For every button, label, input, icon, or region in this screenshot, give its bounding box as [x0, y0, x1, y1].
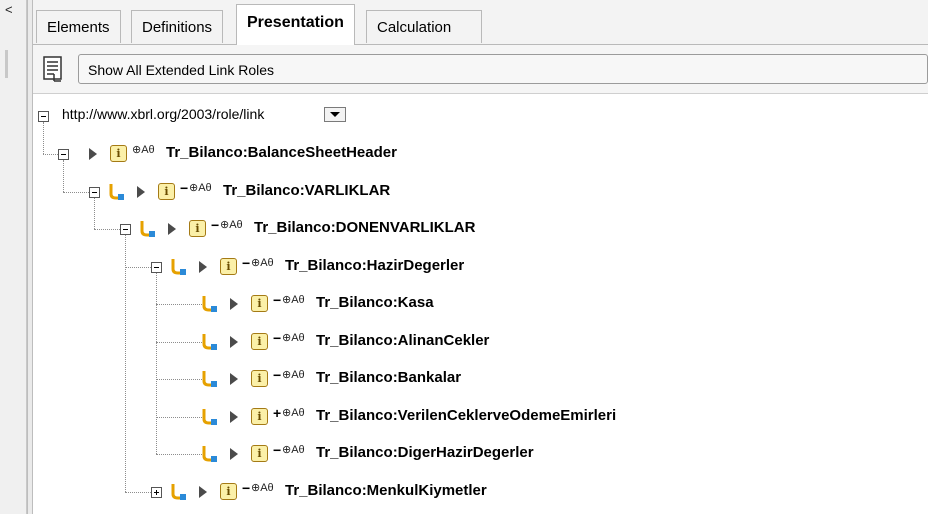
tree-node-label: Tr_Bilanco:BalanceSheetHeader [166, 144, 397, 161]
balance-sign: − [242, 254, 251, 271]
tab-definitions[interactable]: Definitions [131, 10, 224, 43]
tree-node-label: Tr_Bilanco:VerilenCeklerveOdemeEmirleri [316, 406, 617, 424]
tree-node-label: Tr_Bilanco:Kasa [316, 294, 434, 311]
element-info-icon[interactable]: i [251, 445, 268, 462]
collapse-icon[interactable] [89, 186, 100, 198]
balance-sign: − [273, 329, 282, 346]
tree-node[interactable]: i − ⊕Aθ Tr_Bilanco:DONENVARLIKLAR [33, 217, 913, 241]
expand-arrow-icon[interactable] [230, 335, 238, 348]
balance-sign: − [273, 367, 282, 383]
arc-link-icon [171, 483, 186, 500]
element-info-icon[interactable]: i [251, 407, 268, 425]
arc-link-icon [202, 371, 217, 387]
collapse-icon[interactable] [58, 149, 69, 160]
tree-node[interactable]: i − ⊕Aθ Tr_Bilanco:HazirDegerler [33, 255, 913, 279]
element-info-icon[interactable]: i [158, 182, 175, 200]
expand-icon[interactable] [151, 486, 162, 498]
tree-node[interactable]: i − ⊕Aθ Tr_Bilanco:DigerHazirDegerler [33, 442, 913, 466]
tree-node[interactable]: i − ⊕Aθ Tr_Bilanco:VARLIKLAR [33, 180, 913, 204]
element-flags-icon: ⊕Aθ [251, 481, 274, 494]
element-flags-icon: ⊕Aθ [282, 444, 305, 456]
element-info-icon[interactable]: i [220, 482, 237, 500]
chevron-down-icon[interactable] [324, 107, 346, 122]
left-side-strip: < [0, 0, 27, 514]
tree-node[interactable]: i − ⊕Aθ Tr_Bilanco:Kasa [33, 292, 913, 316]
expand-arrow-icon[interactable] [199, 485, 207, 498]
element-flags-icon: ⊕Aθ [282, 331, 305, 344]
element-flags-icon: ⊕Aθ [189, 181, 212, 194]
tree-node[interactable]: i ⊕Aθ Tr_Bilanco:BalanceSheetHeader [33, 142, 913, 166]
element-info-icon[interactable]: i [251, 332, 268, 350]
tree-node-label: Tr_Bilanco:DigerHazirDegerler [316, 444, 534, 461]
tree-node-label: Tr_Bilanco:DONENVARLIKLAR [254, 219, 476, 236]
arc-link-icon [202, 296, 217, 312]
arc-link-icon [140, 221, 155, 237]
balance-sign: − [273, 292, 282, 308]
splitter-handle[interactable] [5, 50, 8, 78]
tree-node-label: Tr_Bilanco:Bankalar [316, 369, 462, 386]
tab-elements[interactable]: Elements [36, 10, 121, 43]
expand-arrow-icon[interactable] [230, 298, 238, 310]
expand-arrow-icon[interactable] [168, 223, 176, 235]
tree-node-label: Tr_Bilanco:MenkulKiymetler [285, 481, 487, 499]
expand-arrow-icon[interactable] [137, 185, 145, 198]
collapse-left-icon[interactable]: < [5, 2, 13, 17]
tree-node-label: Tr_Bilanco:VARLIKLAR [223, 181, 391, 199]
tree-node[interactable]: i − ⊕Aθ Tr_Bilanco:AlinanCekler [33, 330, 913, 354]
balance-sign: − [211, 217, 220, 233]
balance-sign: − [242, 479, 251, 496]
element-info-icon[interactable]: i [251, 295, 268, 312]
tree-node-label: Tr_Bilanco:AlinanCekler [316, 331, 490, 349]
arc-link-icon [202, 333, 217, 350]
element-flags-icon: ⊕Aθ [282, 294, 305, 306]
balance-sign: + [273, 404, 282, 421]
expand-arrow-icon[interactable] [230, 448, 238, 460]
element-info-icon[interactable]: i [110, 145, 127, 162]
expand-arrow-icon[interactable] [230, 410, 238, 423]
expand-arrow-icon[interactable] [230, 373, 238, 385]
element-flags-icon: ⊕Aθ [282, 369, 305, 381]
expand-arrow-icon[interactable] [89, 148, 97, 160]
tree-node[interactable]: i − ⊕Aθ Tr_Bilanco:Bankalar [33, 367, 913, 391]
tree-list-icon[interactable] [42, 55, 64, 83]
collapse-icon[interactable] [151, 261, 162, 273]
presentation-panel: Elements Definitions Presentation Calcul… [33, 0, 928, 514]
role-expander-icon[interactable] [38, 111, 49, 122]
show-all-extended-link-roles-button[interactable]: Show All Extended Link Roles [78, 54, 928, 84]
balance-sign: − [180, 179, 189, 196]
element-flags-icon: ⊕Aθ [220, 219, 243, 231]
arc-link-icon [202, 446, 217, 462]
tab-calculation[interactable]: Calculation [366, 10, 482, 43]
element-flags-icon: ⊕Aθ [251, 256, 274, 269]
arc-link-icon [109, 183, 124, 200]
expand-arrow-icon[interactable] [199, 260, 207, 273]
element-info-icon[interactable]: i [189, 220, 206, 237]
role-label: http://www.xbrl.org/2003/role/link [62, 106, 265, 122]
element-flags-icon: ⊕Aθ [132, 144, 155, 156]
toolbar: Show All Extended Link Roles [33, 45, 928, 94]
arc-link-icon [171, 258, 186, 275]
tab-presentation[interactable]: Presentation [236, 4, 355, 45]
element-flags-icon: ⊕Aθ [282, 406, 305, 419]
tree-node[interactable]: i − ⊕Aθ Tr_Bilanco:MenkulKiymetler [33, 480, 913, 504]
element-info-icon[interactable]: i [220, 257, 237, 275]
arc-link-icon [202, 408, 217, 425]
tree-node-label: Tr_Bilanco:HazirDegerler [285, 256, 465, 274]
tree-node[interactable]: i + ⊕Aθ Tr_Bilanco:VerilenCeklerveOdemeEmir… [33, 405, 913, 429]
collapse-icon[interactable] [120, 224, 131, 235]
balance-sign: − [273, 442, 282, 458]
element-info-icon[interactable]: i [251, 370, 268, 387]
tab-bar: Elements Definitions Presentation Calcul… [33, 0, 928, 45]
presentation-tree: http://www.xbrl.org/2003/role/link i ⊕Aθ T… [33, 94, 928, 514]
